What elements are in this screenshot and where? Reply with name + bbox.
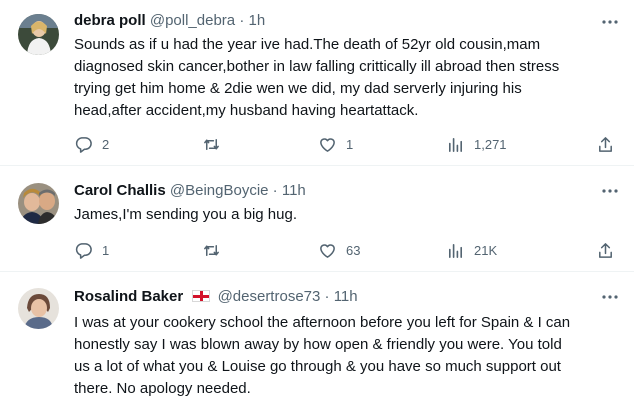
like-count: 1 xyxy=(346,136,354,152)
author-name[interactable]: Carol Challis xyxy=(74,182,166,199)
timestamp[interactable]: 1h xyxy=(249,12,266,29)
tweet-actions: 1 63 21K xyxy=(74,240,622,260)
reply-count: 1 xyxy=(102,242,110,258)
heart-icon xyxy=(318,241,337,260)
like-button[interactable]: 1 xyxy=(318,134,353,154)
author-handle[interactable]: @poll_debra xyxy=(150,12,235,29)
share-icon xyxy=(596,241,615,260)
tweet-header: debra poll @poll_debra · 1h xyxy=(74,11,265,31)
retweet-icon xyxy=(202,241,221,260)
avatar[interactable] xyxy=(18,14,59,55)
retweet-button[interactable] xyxy=(202,134,221,154)
tweet[interactable]: debra poll @poll_debra · 1h Sounds as if… xyxy=(0,0,634,166)
views-button[interactable]: 21K xyxy=(446,240,497,260)
reply-icon xyxy=(74,135,93,154)
tweet-text: Sounds as if u had the year ive had.The … xyxy=(74,36,560,119)
tweet[interactable]: Carol Challis @BeingBoycie · 11h James,I… xyxy=(0,166,634,272)
tweet-header: Rosalind Baker @desertrose73 · 11h xyxy=(74,287,358,307)
separator-dot: · xyxy=(324,288,330,305)
more-horizontal-icon[interactable] xyxy=(600,12,620,32)
views-button[interactable]: 1,271 xyxy=(446,134,507,154)
tweet-actions: 2 1 1,271 xyxy=(74,134,622,154)
reply-count: 2 xyxy=(102,136,110,152)
separator-dot: · xyxy=(239,12,245,29)
retweet-icon xyxy=(202,135,221,154)
heart-icon xyxy=(318,135,337,154)
views-icon xyxy=(446,135,465,154)
author-handle[interactable]: @desertrose73 xyxy=(218,288,321,305)
tweet[interactable]: Rosalind Baker @desertrose73 · 11h I was… xyxy=(0,272,634,402)
author-name[interactable]: debra poll xyxy=(74,12,146,29)
separator-dot: · xyxy=(272,182,278,199)
like-button[interactable]: 63 xyxy=(318,240,360,260)
avatar[interactable] xyxy=(18,183,59,224)
timestamp[interactable]: 11h xyxy=(334,288,358,305)
more-horizontal-icon[interactable] xyxy=(600,181,620,201)
retweet-button[interactable] xyxy=(202,240,221,260)
share-icon xyxy=(596,135,615,154)
tweet-text: I was at your cookery school the afterno… xyxy=(74,314,571,397)
avatar[interactable] xyxy=(18,288,59,329)
reply-icon xyxy=(74,241,93,260)
views-count: 21K xyxy=(474,242,498,258)
england-flag-icon xyxy=(192,290,211,302)
like-count: 63 xyxy=(346,242,361,258)
views-icon xyxy=(446,241,465,260)
reply-button[interactable]: 2 xyxy=(74,134,109,154)
tweet-text: James,I'm sending you a big hug. xyxy=(74,206,297,223)
author-handle[interactable]: @BeingBoycie xyxy=(170,182,269,199)
author-name[interactable]: Rosalind Baker xyxy=(74,288,183,305)
timestamp[interactable]: 11h xyxy=(282,182,306,199)
tweet-header: Carol Challis @BeingBoycie · 11h xyxy=(74,181,306,201)
reply-button[interactable]: 1 xyxy=(74,240,109,260)
views-count: 1,271 xyxy=(474,136,507,152)
share-button[interactable] xyxy=(596,134,615,154)
share-button[interactable] xyxy=(596,240,615,260)
more-horizontal-icon[interactable] xyxy=(600,287,620,307)
